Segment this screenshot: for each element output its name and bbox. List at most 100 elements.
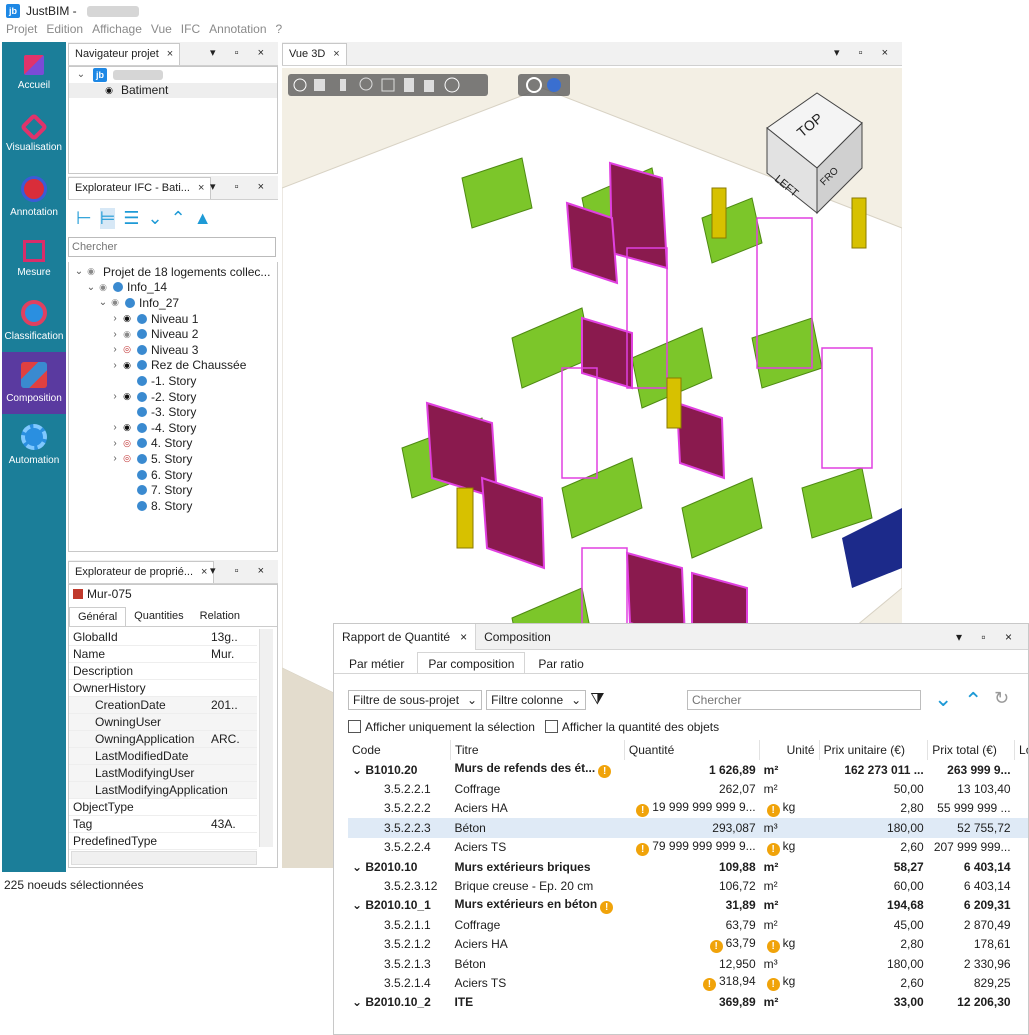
chevron-right-icon[interactable]: › xyxy=(109,391,121,402)
eye-icon[interactable]: ◉ xyxy=(121,391,133,402)
table-row[interactable]: 3.5.2.2.4 Aciers TS! 79 999 999 999 9...! k… xyxy=(348,838,1028,857)
property-row[interactable]: OwningUser xyxy=(69,714,257,731)
scrollbar-vertical[interactable] xyxy=(259,629,273,847)
column-header-quantite[interactable]: Quantité xyxy=(624,740,761,760)
subtab-par-ratio[interactable]: Par ratio xyxy=(527,652,594,673)
eye-icon[interactable]: ◉ xyxy=(121,422,133,433)
eye-icon[interactable]: ◉ xyxy=(97,282,109,293)
eye-icon[interactable]: ◉ xyxy=(109,297,121,308)
column-header-lo[interactable]: Lo xyxy=(1014,740,1028,760)
column-header-prix-total[interactable]: Prix total (€) xyxy=(927,740,1016,760)
tree-row[interactable]: ⌄ ◉ Info_14 xyxy=(69,280,277,296)
tree-structure-icon[interactable]: ⊢ xyxy=(76,208,92,229)
property-row[interactable]: LastModifyingUser xyxy=(69,765,257,782)
subtab-par-composition[interactable]: Par composition xyxy=(417,652,526,673)
chevron-right-icon[interactable]: › xyxy=(109,453,121,464)
menu-affichage[interactable]: Affichage xyxy=(92,22,142,40)
tree-row[interactable]: › ◉ Niveau 2 xyxy=(69,326,277,342)
menu-help[interactable]: ? xyxy=(276,22,283,40)
column-header-unite[interactable]: Unité xyxy=(759,740,820,760)
tab-explorateur-proprietes[interactable]: Explorateur de proprié... × xyxy=(68,560,215,583)
menu-projet[interactable]: Projet xyxy=(6,22,37,40)
table-row[interactable]: 3.5.2.2.1 Coffrage 262,07 m² 50,00 13 103,40 xyxy=(348,779,1028,798)
only-selection-checkbox[interactable]: Afficher uniquement la sélection xyxy=(348,720,535,734)
close-icon[interactable]: × xyxy=(198,182,204,194)
filter-funnel-icon[interactable]: ⧩ xyxy=(590,691,604,709)
sidebar-item-annotation[interactable]: Annotation xyxy=(2,166,66,228)
property-row[interactable]: LastModifyingApplication xyxy=(69,782,257,799)
subtab-par-metier[interactable]: Par métier xyxy=(338,652,415,673)
collapse-all-icon[interactable]: ⌃ xyxy=(171,208,186,229)
list-sort-icon[interactable]: ☰ xyxy=(123,208,139,229)
close-icon[interactable]: × xyxy=(460,630,467,644)
eye-icon[interactable]: ◉ xyxy=(103,85,115,96)
scrollbar-horizontal[interactable] xyxy=(71,851,257,865)
chevron-right-icon[interactable]: › xyxy=(109,438,121,449)
chevron-down-icon[interactable]: ⌄ xyxy=(352,763,365,777)
tab-composition[interactable]: Composition xyxy=(476,624,559,650)
tree-row[interactable]: › ◉ -2. Story xyxy=(69,389,277,405)
tree-row-project[interactable]: ⌄ jb xyxy=(69,67,277,83)
chevron-down-icon[interactable]: ⌄ xyxy=(352,860,365,874)
eye-icon[interactable]: ◉ xyxy=(121,360,133,371)
sidebar-item-automation[interactable]: Automation xyxy=(2,414,66,476)
property-row[interactable]: Name Mur. xyxy=(69,646,257,663)
close-icon[interactable]: × xyxy=(167,48,173,60)
tree-row[interactable]: -1. Story xyxy=(69,373,277,389)
eye-icon[interactable]: ◎ xyxy=(121,438,133,449)
tree-row[interactable]: › ◉ -4. Story xyxy=(69,420,277,436)
sidebar-item-composition[interactable]: Composition xyxy=(2,352,66,414)
chevron-down-icon[interactable]: ⌄ xyxy=(352,898,365,912)
tree-row[interactable]: › ◉ Niveau 1 xyxy=(69,311,277,327)
tree-row[interactable]: 8. Story xyxy=(69,498,277,514)
chevron-right-icon[interactable]: › xyxy=(109,329,121,340)
table-group-row[interactable]: ⌄ B2010.10_2 ITE 369,89 m² 33,00 12 206,30 xyxy=(348,993,1028,1012)
tree-row-batiment[interactable]: ◉ Batiment xyxy=(69,82,277,99)
tree-row[interactable]: ⌄ ◉ Info_27 xyxy=(69,295,277,311)
tree-row[interactable]: ⌄ ◉ Projet de 18 logements collec... xyxy=(69,264,277,280)
property-row[interactable]: PredefinedType xyxy=(69,833,257,850)
property-row[interactable]: OwningApplication ARC. xyxy=(69,731,257,748)
property-row[interactable]: LastModifiedDate xyxy=(69,748,257,765)
tree-row[interactable]: 6. Story xyxy=(69,467,277,483)
collapse-all-icon[interactable]: ⌃ xyxy=(964,688,982,714)
tab-rapport-quantite[interactable]: Rapport de Quantité × xyxy=(334,624,477,650)
property-row[interactable]: CreationDate 201.. xyxy=(69,697,257,714)
pane-controls[interactable]: ▾ ▫ × xyxy=(956,630,1028,644)
refresh-icon[interactable]: ↻ xyxy=(994,688,1009,709)
pane-controls[interactable]: ▾ ▫ × xyxy=(210,564,272,577)
column-header-prix-unitaire[interactable]: Prix unitaire (€) xyxy=(819,740,929,760)
chevron-right-icon[interactable]: › xyxy=(109,422,121,433)
go-up-icon[interactable]: ▲ xyxy=(194,208,212,229)
eye-icon[interactable]: ◉ xyxy=(85,266,97,277)
pane-controls[interactable]: ▾ ▫ × xyxy=(210,46,272,59)
table-row[interactable]: 3.5.2.1.2 Aciers HA! 63,79! kg 2,80 178,61 xyxy=(348,935,1028,954)
tree-row[interactable]: › ◎ Niveau 3 xyxy=(69,342,277,358)
table-group-row[interactable]: ⌄ B2010.10 Murs extérieurs briques 109,88 m… xyxy=(348,857,1028,876)
table-group-row[interactable]: ⌄ B2010.10_1 Murs extérieurs en béton! 31,… xyxy=(348,896,1028,915)
chevron-down-icon[interactable]: ⌄ xyxy=(352,995,365,1009)
eye-icon[interactable]: ◎ xyxy=(121,453,133,464)
tree-expand-icon[interactable]: ⊨ xyxy=(99,207,116,229)
tab-explorateur-ifc[interactable]: Explorateur IFC - Bati... × xyxy=(68,176,212,199)
checkbox-box[interactable] xyxy=(544,720,558,733)
chevron-down-icon[interactable]: ⌄ xyxy=(75,69,87,80)
tree-row[interactable]: 7. Story xyxy=(69,482,277,498)
column-filter-select[interactable]: Filtre colonne ⌄ xyxy=(486,690,587,710)
menu-ifc[interactable]: IFC xyxy=(181,22,200,40)
sidebar-item-visualisation[interactable]: Visualisation xyxy=(2,104,66,166)
checkbox-box[interactable] xyxy=(348,720,361,733)
property-row[interactable]: GlobalId 13g.. xyxy=(69,629,257,646)
report-search-input[interactable] xyxy=(687,690,921,710)
chevron-right-icon[interactable]: › xyxy=(109,313,121,324)
table-row[interactable]: 3.5.2.3.12 Brique creuse - Ep. 20 cm 106,7… xyxy=(348,876,1028,895)
table-row[interactable]: 3.5.2.2.2 Aciers HA! 19 999 999 999 9...! k… xyxy=(348,799,1028,818)
tree-row[interactable]: -3. Story xyxy=(69,404,277,420)
chevron-down-icon[interactable]: ⌄ xyxy=(97,297,109,308)
tab-general[interactable]: Général xyxy=(69,607,127,626)
sidebar-item-accueil[interactable]: Accueil xyxy=(2,42,66,104)
property-row[interactable]: Description xyxy=(69,663,257,680)
chevron-down-icon[interactable]: ⌄ xyxy=(73,266,85,277)
menu-edition[interactable]: Edition xyxy=(46,22,83,40)
tab-navigateur-projet[interactable]: Navigateur projet × xyxy=(68,42,181,65)
